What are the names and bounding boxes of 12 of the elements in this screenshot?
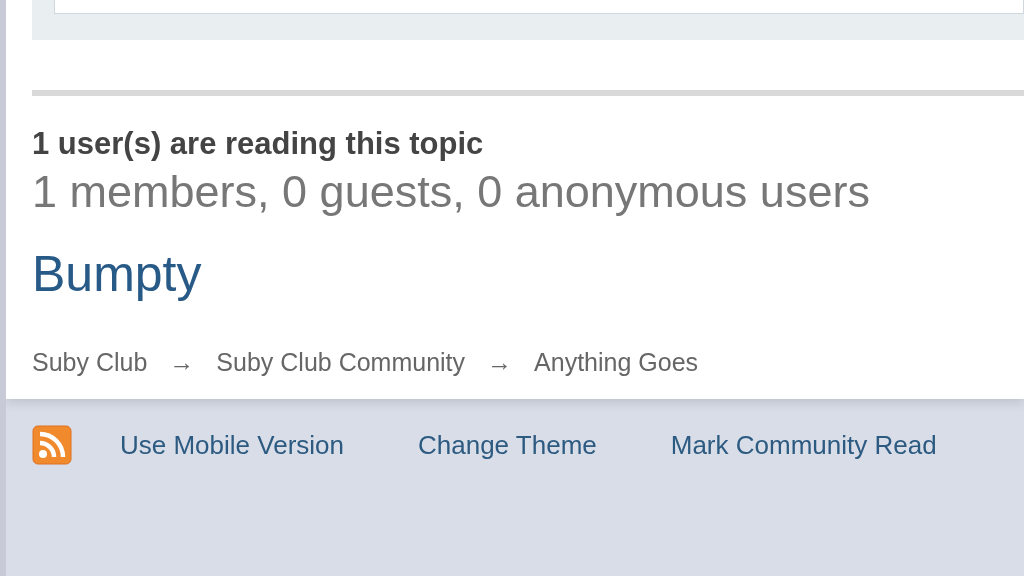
breadcrumb-link[interactable]: Anything Goes — [534, 348, 699, 377]
active-users-heading: 1 user(s) are reading this topic — [32, 125, 485, 163]
footer-link[interactable]: Use Mobile Version — [120, 429, 344, 461]
breadcrumb-link[interactable]: Suby Club — [32, 348, 148, 377]
rss-icon[interactable] — [32, 425, 72, 465]
member-link[interactable]: Bumpty — [32, 246, 202, 302]
footer-link[interactable]: Change Theme — [418, 429, 597, 461]
breadcrumb-separator: → — [169, 348, 195, 377]
breadcrumb-link[interactable]: Suby Club Community — [216, 348, 466, 377]
active-users-summary: 1 members, 0 guests, 0 anonymous users — [32, 165, 871, 219]
breadcrumb-separator: → — [487, 348, 513, 377]
footer-link[interactable]: Mark Community Read — [670, 429, 937, 461]
